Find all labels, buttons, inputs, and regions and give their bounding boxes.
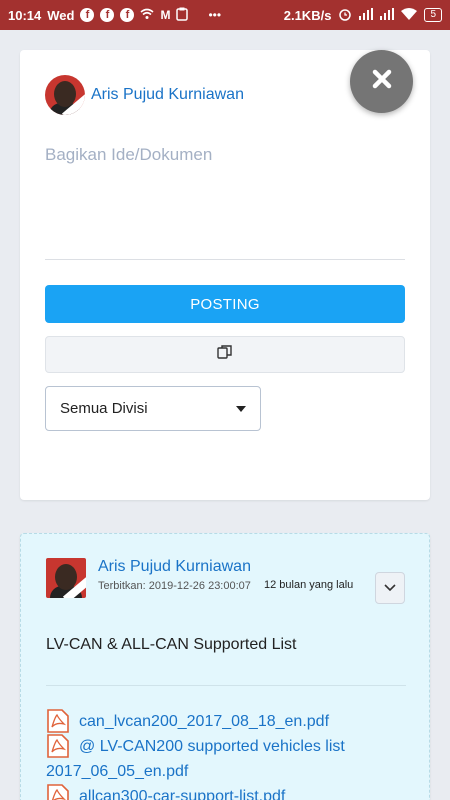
compose-input[interactable] <box>45 145 405 260</box>
composer-author: Aris Pujud Kurniawan <box>45 75 244 115</box>
composer-author-name[interactable]: Aris Pujud Kurniawan <box>91 86 244 104</box>
attach-document-button[interactable] <box>45 336 405 373</box>
attachment-link[interactable]: can_lvcan200_2017_08_18_en.pdf <box>79 709 329 734</box>
attachment-item[interactable]: @ LV-CAN200 supported vehicles list 2017… <box>46 734 406 784</box>
pdf-icon <box>46 709 70 733</box>
composer-card: Aris Pujud Kurniawan POSTING Semua Divis… <box>20 50 430 500</box>
signal-icon <box>380 7 395 23</box>
clock-day: Wed <box>47 7 75 23</box>
attachment-list: can_lvcan200_2017_08_18_en.pdf @ LV-CAN2… <box>46 709 406 800</box>
division-select[interactable]: Semua Divisi <box>45 386 261 431</box>
clipboard-icon <box>176 7 189 24</box>
attachment-item[interactable]: allcan300-car-support-list.pdf <box>46 784 406 800</box>
signal-icon <box>359 7 374 23</box>
division-select-value: Semua Divisi <box>60 400 148 417</box>
post-title: LV-CAN & ALL-CAN Supported List <box>46 636 297 653</box>
attachment-item[interactable]: can_lvcan200_2017_08_18_en.pdf <box>46 709 406 734</box>
post-options-button[interactable] <box>375 572 405 604</box>
wifi-icon <box>401 7 418 23</box>
post-header: Aris Pujud Kurniawan Terbitkan: 2019-12-… <box>46 558 251 598</box>
post-card: Aris Pujud Kurniawan Terbitkan: 2019-12-… <box>20 533 430 800</box>
post-divider <box>46 685 406 686</box>
post-published-date: Terbitkan: 2019-12-26 23:00:07 <box>98 580 251 592</box>
post-author-name[interactable]: Aris Pujud Kurniawan <box>98 558 251 576</box>
status-bar: 10:14 Wed f f f M ••• 2.1KB/s 5 <box>0 0 450 30</box>
alarm-icon <box>338 7 352 24</box>
facebook-icon: f <box>80 8 95 22</box>
chevron-down-icon <box>236 405 246 412</box>
battery-indicator: 5 <box>424 8 442 22</box>
avatar[interactable] <box>45 75 85 115</box>
avatar[interactable] <box>46 558 86 598</box>
facebook-icon: f <box>100 8 115 22</box>
pdf-icon <box>46 784 70 800</box>
net-speed: 2.1KB/s <box>283 7 332 23</box>
copy-icon <box>216 343 234 366</box>
more-icon: ••• <box>208 8 222 22</box>
close-icon <box>371 68 393 95</box>
close-button[interactable] <box>350 50 413 113</box>
attachment-link[interactable]: @ LV-CAN200 supported vehicles list 2017… <box>46 734 406 784</box>
chevron-down-icon <box>384 579 396 597</box>
facebook-icon: f <box>120 8 135 22</box>
gmail-icon: M <box>160 8 171 22</box>
attachment-link[interactable]: allcan300-car-support-list.pdf <box>79 784 285 800</box>
post-relative-time: 12 bulan yang lalu <box>264 579 354 591</box>
clock-time: 10:14 <box>8 7 42 23</box>
posting-button[interactable]: POSTING <box>45 285 405 323</box>
wifi-icon <box>140 8 154 23</box>
